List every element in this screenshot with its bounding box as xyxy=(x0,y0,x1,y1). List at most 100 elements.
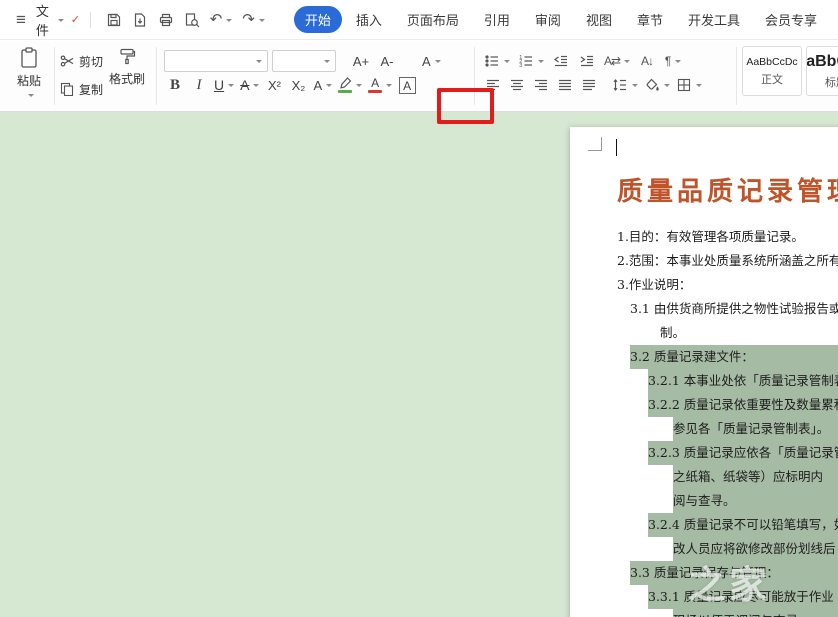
document-line-selected[interactable]: 3.2 质量记录建文件： xyxy=(630,345,838,369)
text-direction-icon: A⇄ xyxy=(604,54,620,68)
cut-label: 剪切 xyxy=(79,53,103,70)
document-line[interactable]: 1.目的：有效管理各项质量记录。 xyxy=(617,225,838,249)
export-pdf-icon xyxy=(132,12,148,28)
highlight-color-button[interactable] xyxy=(336,73,364,97)
tab-insert[interactable]: 插入 xyxy=(345,6,393,33)
align-justify-icon xyxy=(557,77,573,93)
strikethrough-icon: A xyxy=(240,77,249,93)
chevron-down-icon xyxy=(324,60,330,66)
document-line-selected[interactable]: 阅与查寻。 xyxy=(673,489,838,513)
increase-indent-button[interactable] xyxy=(576,49,598,73)
style-item-body[interactable]: AaBbCcDc 正文 xyxy=(742,46,802,96)
file-menu-label: 文件 xyxy=(36,1,54,39)
document-line-selected[interactable]: 之纸箱、纸袋等）应标明内 xyxy=(673,465,838,489)
bullet-list-button[interactable] xyxy=(482,49,512,73)
superscript-button[interactable]: X² xyxy=(263,73,285,97)
format-painter-icon xyxy=(118,47,136,67)
text-effects-button[interactable]: A xyxy=(420,49,443,73)
show-marks-button[interactable]: ¶ xyxy=(662,49,684,73)
cut-button[interactable]: 剪切 xyxy=(60,50,103,72)
strikethrough-button[interactable]: A xyxy=(238,73,261,97)
document-line-selected[interactable]: 3.2.4 质量记录不可以铅笔填写，如 xyxy=(648,513,838,537)
character-border-button[interactable]: A xyxy=(396,73,418,97)
text-effects-icon: A xyxy=(422,54,431,69)
document-line-selected[interactable]: 现场以便于调阅与查寻。 xyxy=(673,609,838,617)
redo-button[interactable]: ↷ xyxy=(237,8,270,31)
format-painter-button[interactable]: 格式刷 xyxy=(104,47,150,87)
export-pdf-button[interactable] xyxy=(127,8,153,32)
tab-section[interactable]: 章节 xyxy=(626,6,674,33)
save-button[interactable] xyxy=(101,8,127,32)
borders-button[interactable] xyxy=(674,73,704,97)
document-line-selected[interactable]: 3.2.1 本事业处依「质量记录管制表 xyxy=(648,369,838,393)
pinyin-guide-button[interactable]: A xyxy=(311,73,334,97)
highlighter-icon xyxy=(338,77,352,89)
paste-button[interactable]: 粘贴 xyxy=(8,47,50,98)
tab-member-exclusive[interactable]: 会员专享 xyxy=(754,6,828,33)
indent-icon xyxy=(579,53,595,69)
tab-view[interactable]: 视图 xyxy=(575,6,623,33)
outdent-icon xyxy=(553,53,569,69)
document-line[interactable]: 3.作业说明： xyxy=(617,273,838,297)
decrease-font-button[interactable]: A- xyxy=(376,49,398,73)
tab-developer-tools[interactable]: 开发工具 xyxy=(677,6,751,33)
document-page[interactable]: 质量品质记录管理 1.目的：有效管理各项质量记录。 2.范围：本事业处质量系统所… xyxy=(570,127,838,617)
print-preview-icon xyxy=(184,12,200,28)
tab-page-layout[interactable]: 页面布局 xyxy=(396,6,470,33)
numbered-list-icon: 123 xyxy=(518,53,534,69)
sort-icon: A↓ xyxy=(641,54,653,68)
decrease-indent-button[interactable] xyxy=(550,49,572,73)
line-spacing-button[interactable] xyxy=(610,73,640,97)
sort-button[interactable]: A↓ xyxy=(636,49,658,73)
numbered-list-button[interactable]: 123 xyxy=(516,49,546,73)
document-line-selected[interactable]: 参见各「质量记录管制表」。 xyxy=(673,417,838,441)
print-preview-button[interactable] xyxy=(179,8,205,32)
character-border-icon: A xyxy=(399,77,416,94)
text-direction-button[interactable]: A⇄ xyxy=(602,49,632,73)
align-justify-button[interactable] xyxy=(554,73,576,97)
style-item-heading[interactable]: AaBbCcDc 标题 xyxy=(806,46,838,96)
document-line-selected[interactable]: 3.2.2 质量记录依重要性及数量累积 xyxy=(648,393,838,417)
document-line-selected[interactable]: 3.2.3 质量记录应依各「质量记录管 xyxy=(648,441,838,465)
tab-review[interactable]: 审阅 xyxy=(524,6,572,33)
format-painter-label: 格式刷 xyxy=(109,70,145,87)
font-size-select[interactable] xyxy=(272,50,336,72)
ribbon-toolbar: 粘贴 剪切 复制 格式刷 A+ A xyxy=(0,41,838,112)
hamburger-menu-icon[interactable]: ≡ xyxy=(10,8,32,32)
document-canvas[interactable]: 质量品质记录管理 1.目的：有效管理各项质量记录。 2.范围：本事业处质量系统所… xyxy=(0,112,838,617)
copy-button[interactable]: 复制 xyxy=(60,78,103,100)
align-center-button[interactable] xyxy=(506,73,528,97)
separator xyxy=(156,47,157,105)
font-name-select[interactable] xyxy=(164,50,268,72)
subscript-button[interactable]: X₂ xyxy=(287,73,309,97)
bold-button[interactable]: B xyxy=(164,73,186,97)
ribbon-tabs: 开始 插入 页面布局 引用 审阅 视图 章节 开发工具 会员专享 xyxy=(294,6,828,33)
file-menu-button[interactable]: 文件 xyxy=(36,1,64,39)
shading-button[interactable] xyxy=(642,73,672,97)
document-line[interactable]: 2.范围：本事业处质量系统所涵盖之所有 xyxy=(617,249,838,273)
document-title[interactable]: 质量品质记录管理 xyxy=(617,171,838,208)
tab-home[interactable]: 开始 xyxy=(294,6,342,33)
text-cursor xyxy=(616,139,617,156)
style-label: 正文 xyxy=(761,71,783,87)
align-center-icon xyxy=(509,77,525,93)
align-right-button[interactable] xyxy=(530,73,552,97)
watermark: 之家 xyxy=(688,554,770,609)
paint-bucket-icon xyxy=(644,77,660,93)
italic-button[interactable]: I xyxy=(188,73,210,97)
document-line[interactable]: 制。 xyxy=(660,321,838,345)
chevron-down-icon xyxy=(256,60,262,66)
distribute-button[interactable] xyxy=(578,73,600,97)
paste-label: 粘贴 xyxy=(17,72,41,89)
copy-icon xyxy=(60,82,74,96)
increase-font-button[interactable]: A+ xyxy=(350,49,372,73)
font-color-button[interactable]: A xyxy=(366,73,394,97)
undo-button[interactable]: ↶ xyxy=(205,8,238,31)
print-button[interactable] xyxy=(153,8,179,32)
tab-references[interactable]: 引用 xyxy=(473,6,521,33)
style-gallery: AaBbCcDc 正文 AaBbCcDc 标题 xyxy=(742,46,838,96)
underline-button[interactable]: U xyxy=(212,73,236,97)
document-line[interactable]: 3.1 由供货商所提供之物性试验报告或 xyxy=(630,297,838,321)
pilcrow-icon: ¶ xyxy=(665,54,671,68)
highlight-color-bar xyxy=(338,90,352,93)
